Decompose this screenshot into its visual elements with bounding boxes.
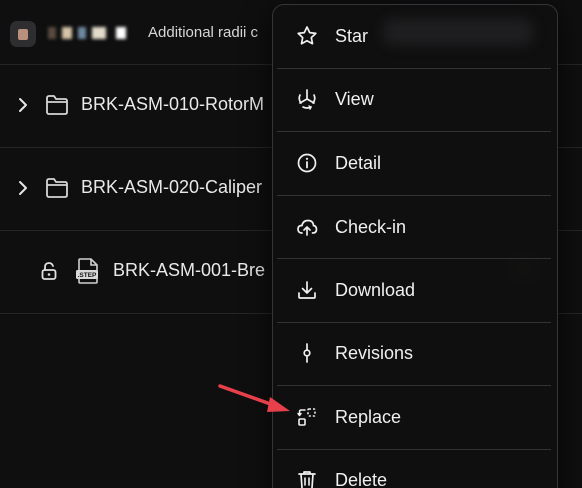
folder-name[interactable]: BRK-ASM-020-Caliper (81, 177, 262, 198)
info-icon (297, 153, 317, 173)
folder-icon (46, 178, 68, 198)
menu-item-delete[interactable]: Delete (273, 449, 557, 488)
folder-name[interactable]: BRK-ASM-010-RotorM (81, 94, 264, 115)
revisions-icon (303, 343, 311, 363)
menu-item-label: Detail (335, 153, 382, 173)
download-icon (298, 281, 316, 299)
menu-item-check-in[interactable]: Check-in (273, 196, 557, 259)
file-name[interactable]: BRK-ASM-001-Bre (113, 260, 265, 281)
star-icon (297, 26, 317, 45)
context-menu: Star View Detail Check-in Download Revis… (272, 4, 558, 488)
menu-item-label: Replace (335, 407, 402, 427)
comment-text: Additional radii c (148, 24, 259, 41)
chevron-right-icon[interactable] (16, 96, 30, 114)
menu-item-replace[interactable]: Replace (273, 386, 557, 449)
folder-icon (46, 95, 68, 115)
menu-item-revisions[interactable]: Revisions (273, 322, 557, 385)
menu-item-label: View (335, 89, 374, 109)
menu-item-view[interactable]: View (273, 68, 557, 131)
unlock-icon[interactable] (40, 261, 58, 281)
page: Additional radii c BRK-ASM-010-RotorM BR… (0, 0, 582, 488)
menu-item-label: Revisions (335, 343, 414, 363)
menu-item-label: Check-in (335, 217, 407, 237)
menu-item-label: Delete (335, 470, 388, 488)
menu-item-download[interactable]: Download (273, 259, 557, 322)
file-type-badge: .STEP (78, 272, 97, 279)
step-file-icon: .STEP (76, 258, 98, 284)
view-3d-icon (298, 89, 316, 110)
trash-icon (298, 471, 316, 488)
avatar[interactable] (10, 21, 36, 47)
menu-item-label: Download (335, 280, 416, 300)
redacted-username (48, 27, 134, 39)
menu-item-detail[interactable]: Detail (273, 132, 557, 195)
cloud-upload-icon (297, 219, 318, 236)
menu-item-label: Star (335, 26, 369, 46)
menu-item-star[interactable]: Star (273, 5, 557, 68)
chevron-right-icon[interactable] (16, 179, 30, 197)
annotation-arrow-icon (218, 384, 290, 412)
